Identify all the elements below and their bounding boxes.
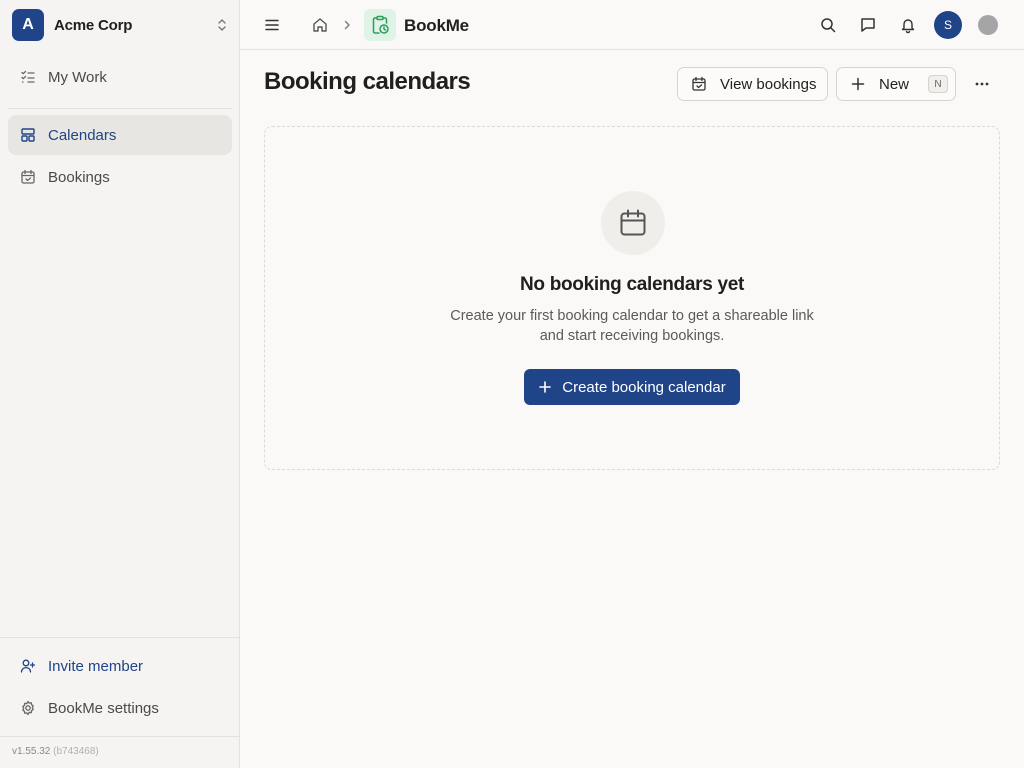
chat-icon — [861, 18, 875, 32]
status-indicator[interactable] — [978, 15, 998, 35]
new-button[interactable]: New N — [836, 67, 956, 101]
sidebar-item-calendars[interactable]: Calendars — [8, 115, 232, 155]
version-number: v1.55.32 — [12, 746, 51, 757]
org-name: Acme Corp — [54, 16, 133, 34]
home-button[interactable] — [308, 13, 332, 37]
layout-icon — [20, 127, 36, 143]
create-booking-calendar-button[interactable]: Create booking calendar — [524, 369, 740, 405]
sidebar-divider — [8, 108, 232, 109]
user-avatar[interactable]: S — [934, 11, 962, 39]
sidebar-item-label: Calendars — [48, 126, 117, 144]
version-label: v1.55.32 (b743468) — [12, 746, 99, 757]
home-icon — [313, 18, 327, 32]
empty-state: No booking calendars yet Create your fir… — [264, 126, 1000, 470]
view-bookings-button[interactable]: View bookings — [677, 67, 828, 101]
build-hash: (b743468) — [53, 746, 99, 757]
empty-state-description-line: and start receiving bookings. — [539, 328, 725, 344]
hamburger-icon — [265, 19, 279, 31]
chevron-right-icon — [344, 20, 350, 30]
sidebar-footer-divider — [0, 736, 240, 737]
calendar-icon — [620, 209, 646, 236]
sidebar-bottom-divider — [0, 637, 240, 638]
bell-icon — [901, 19, 915, 34]
new-label: New — [879, 75, 910, 93]
sidebar-item-label: Invite member — [48, 657, 144, 675]
clipboard-clock-icon — [372, 15, 389, 34]
app-badge[interactable] — [364, 9, 396, 41]
checklist-icon — [20, 69, 36, 85]
empty-state-title: No booking calendars yet — [519, 274, 745, 295]
menu-toggle-button[interactable] — [260, 13, 284, 37]
sidebar-item-label: BookMe settings — [48, 699, 159, 717]
sidebar-item-label: My Work — [48, 68, 107, 86]
search-button[interactable] — [816, 13, 840, 37]
plus-icon — [538, 380, 552, 394]
sidebar: A Acme Corp My Work Calendars Bookings I… — [0, 0, 240, 768]
empty-state-icon — [601, 191, 665, 255]
more-options-button[interactable] — [970, 72, 994, 96]
page-title: Booking calendars — [264, 68, 471, 95]
empty-state-description: Create your first booking calendar to ge… — [445, 306, 819, 346]
gear-icon — [20, 700, 36, 716]
messages-button[interactable] — [856, 13, 880, 37]
search-icon — [821, 18, 836, 33]
sidebar-item-bookings[interactable]: Bookings — [8, 157, 232, 197]
topbar: BookMe S — [240, 0, 1024, 50]
calendar-check-icon — [691, 76, 707, 92]
plus-icon — [850, 76, 866, 92]
ellipsis-icon — [975, 82, 989, 86]
user-plus-icon — [20, 658, 36, 674]
keyboard-shortcut-badge: N — [928, 75, 949, 93]
org-avatar: A — [12, 9, 44, 41]
sidebar-item-invite-member[interactable]: Invite member — [8, 646, 232, 686]
view-bookings-label: View bookings — [720, 75, 817, 93]
app-name[interactable]: BookMe — [404, 16, 469, 36]
sidebar-item-my-work[interactable]: My Work — [8, 57, 232, 97]
create-booking-calendar-label: Create booking calendar — [562, 378, 726, 396]
empty-state-description-line: Create your first booking calendar to ge… — [450, 308, 814, 324]
notifications-button[interactable] — [896, 13, 920, 37]
breadcrumb-separator — [335, 13, 359, 37]
chevron-up-down-icon — [218, 19, 226, 31]
calendar-check-icon — [20, 169, 36, 185]
sidebar-item-label: Bookings — [48, 168, 110, 186]
org-switcher[interactable]: A Acme Corp — [12, 9, 232, 41]
sidebar-item-settings[interactable]: BookMe settings — [8, 688, 232, 728]
